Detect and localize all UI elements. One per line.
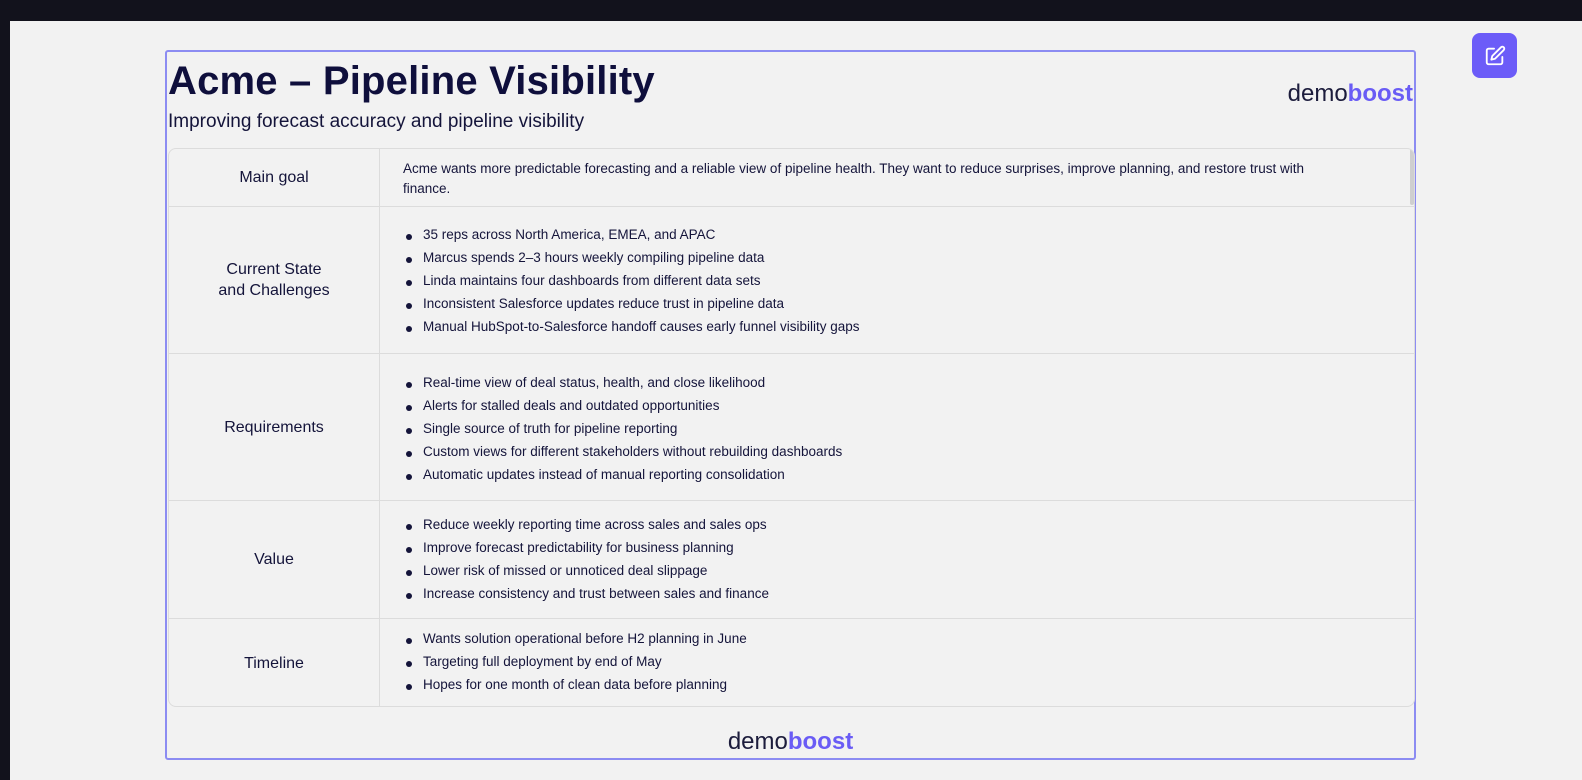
- page-subtitle: Improving forecast accuracy and pipeline…: [168, 111, 585, 132]
- row-label: Requirements: [169, 354, 380, 500]
- bullet-list: Real-time view of deal status, health, a…: [403, 371, 1414, 486]
- list-item: Lower risk of missed or unnoticed deal s…: [403, 559, 1414, 582]
- list-item: Real-time view of deal status, health, a…: [403, 371, 1414, 394]
- left-strip: [0, 21, 10, 780]
- page-title: Acme – Pipeline Visibility: [168, 59, 655, 103]
- list-item: Targeting full deployment by end of May: [403, 650, 1414, 673]
- row-label: Value: [169, 501, 380, 618]
- row-content: Reduce weekly reporting time across sale…: [381, 501, 1414, 618]
- row-content: Wants solution operational before H2 pla…: [381, 619, 1414, 706]
- canvas: Acme – Pipeline Visibility Improving for…: [10, 21, 1582, 780]
- list-item: Improve forecast predictability for busi…: [403, 536, 1414, 559]
- edit-button[interactable]: [1472, 33, 1517, 78]
- bullet-list: 35 reps across North America, EMEA, and …: [403, 223, 1414, 338]
- row-label: Current State and Challenges: [169, 207, 380, 353]
- list-item: Increase consistency and trust between s…: [403, 582, 1414, 605]
- demoboost-logo-bottom: demoboost: [727, 728, 854, 755]
- row-content: 35 reps across North America, EMEA, and …: [381, 207, 1414, 353]
- row-label: Main goal: [169, 149, 380, 206]
- list-item: Wants solution operational before H2 pla…: [403, 627, 1414, 650]
- list-item: Linda maintains four dashboards from dif…: [403, 269, 1414, 292]
- list-item: Hopes for one month of clean data before…: [403, 673, 1414, 696]
- table-row-timeline: Timeline Wants solution operational befo…: [169, 619, 1414, 706]
- summary-table: Main goal Acme wants more predictable fo…: [168, 148, 1415, 707]
- list-item: Automatic updates instead of manual repo…: [403, 463, 1414, 486]
- top-bar: [0, 0, 1582, 21]
- bullet-list: Reduce weekly reporting time across sale…: [403, 513, 1414, 605]
- demoboost-logo-top: demoboost: [1287, 80, 1413, 107]
- list-item: Reduce weekly reporting time across sale…: [403, 513, 1414, 536]
- list-item: Manual HubSpot-to-Salesforce handoff cau…: [403, 315, 1414, 338]
- row-label: Timeline: [169, 619, 380, 706]
- list-item: Single source of truth for pipeline repo…: [403, 417, 1414, 440]
- list-item: 35 reps across North America, EMEA, and …: [403, 223, 1414, 246]
- list-item: Alerts for stalled deals and outdated op…: [403, 394, 1414, 417]
- table-row-value: Value Reduce weekly reporting time acros…: [169, 501, 1414, 619]
- row-content: Acme wants more predictable forecasting …: [381, 149, 1414, 206]
- list-item: Marcus spends 2–3 hours weekly compiling…: [403, 246, 1414, 269]
- table-row-main-goal: Main goal Acme wants more predictable fo…: [169, 149, 1414, 207]
- list-item: Custom views for different stakeholders …: [403, 440, 1414, 463]
- summary-card: Acme – Pipeline Visibility Improving for…: [165, 50, 1416, 760]
- bullet-list: Wants solution operational before H2 pla…: [403, 627, 1414, 696]
- table-row-current-state: Current State and Challenges 35 reps acr…: [169, 207, 1414, 354]
- row-content: Real-time view of deal status, health, a…: [381, 354, 1414, 500]
- main-goal-text: Acme wants more predictable forecasting …: [403, 161, 1304, 196]
- table-row-requirements: Requirements Real-time view of deal stat…: [169, 354, 1414, 501]
- list-item: Inconsistent Salesforce updates reduce t…: [403, 292, 1414, 315]
- edit-pencil-icon: [1485, 45, 1505, 65]
